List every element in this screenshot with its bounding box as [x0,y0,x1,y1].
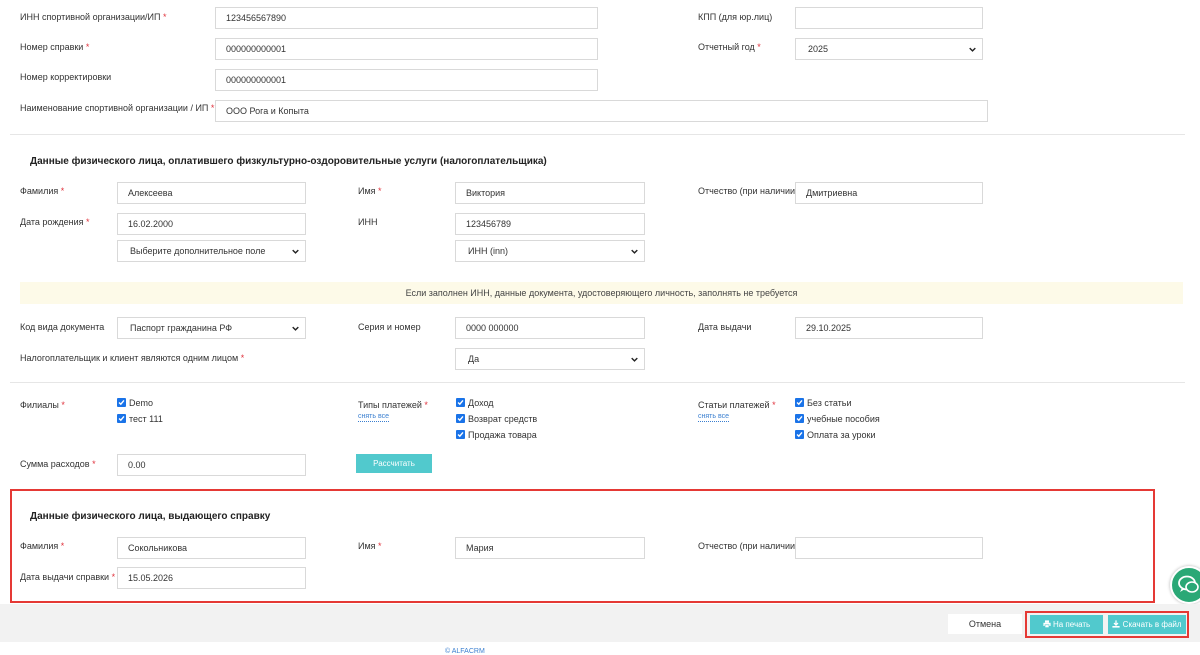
payment-item-checkbox[interactable]: учебные пособия [795,414,880,425]
issue-cert-date-input[interactable] [117,567,306,589]
payment-item-checkbox[interactable]: Без статьи [795,398,852,409]
dob-label: Дата рождения * [20,217,90,227]
year-label: Отчетный год * [698,42,761,52]
chevron-down-icon [631,249,638,254]
payment-item-checkbox[interactable]: Оплата за уроки [795,430,875,441]
payer-surname-label: Фамилия * [20,186,65,196]
check-icon [118,399,125,406]
printer-icon [1043,620,1051,628]
kpp-label: КПП (для юр.лиц) [698,12,773,22]
check-icon [457,399,464,406]
issuer-name-input[interactable] [455,537,645,559]
check-icon [118,415,125,422]
issuer-patronymic-input[interactable] [795,537,983,559]
download-icon [1112,620,1121,628]
payer-name-label: Имя * [358,186,382,196]
payment-types-clear-link[interactable]: снять все [358,412,389,422]
chevron-down-icon [292,249,299,254]
issuer-name-label: Имя * [358,541,382,551]
branch-checkbox-test[interactable]: тест 111 [117,414,163,425]
inn-notice: Если заполнен ИНН, данные документа, удо… [20,282,1183,304]
divider [10,134,1185,135]
payer-patronymic-input[interactable] [795,182,983,204]
branches-label: Филиалы * [20,400,65,410]
dob-input[interactable] [117,213,306,235]
download-button[interactable]: Скачать в файл [1108,615,1186,634]
sum-label: Сумма расходов * [20,459,96,469]
payer-inn-label: ИНН [358,217,378,227]
payer-inn-input[interactable] [455,213,645,235]
payment-type-checkbox[interactable]: Возврат средств [456,414,537,425]
issue-cert-date-label: Дата выдачи справки * [20,572,116,582]
org-name-label: Наименование спортивной организации / ИП… [20,103,215,113]
cert-number-input[interactable] [215,38,598,60]
org-inn-input[interactable] [215,7,598,29]
issue-date-input[interactable] [795,317,983,339]
extra-field-select[interactable]: Выберите дополнительное поле [117,240,306,262]
payer-patronymic-label: Отчество (при наличии) [698,186,799,196]
org-name-input[interactable] [215,100,988,122]
issue-date-label: Дата выдачи [698,322,752,332]
same-person-label: Налогоплательщик и клиент являются одним… [20,353,245,363]
check-icon [457,431,464,438]
print-button[interactable]: На печать [1030,615,1103,634]
issuer-surname-label: Фамилия * [20,541,65,551]
check-icon [796,431,803,438]
check-icon [457,415,464,422]
issuer-surname-input[interactable] [117,537,306,559]
payer-name-input[interactable] [455,182,645,204]
correction-input[interactable] [215,69,598,91]
issuer-patronymic-label: Отчество (при наличии) [698,541,799,551]
org-inn-label: ИНН спортивной организации/ИП * [20,12,167,22]
sum-input[interactable] [117,454,306,476]
branch-checkbox-demo[interactable]: Demo [117,398,153,409]
calculate-button[interactable]: Рассчитать [356,454,432,473]
issuer-heading: Данные физического лица, выдающего справ… [30,511,271,522]
series-input[interactable] [455,317,645,339]
chat-widget-button[interactable] [1170,566,1200,604]
payment-type-checkbox[interactable]: Продажа товара [456,430,537,441]
chat-icon [1178,575,1199,593]
payment-items-label: Статьи платежей * [698,400,776,410]
payment-types-label: Типы платежей * [358,400,428,410]
doc-code-select[interactable]: Паспорт гражданина РФ [117,317,306,339]
inn-type-select[interactable]: ИНН (inn) [455,240,645,262]
same-person-select[interactable]: Да [455,348,645,370]
payment-items-clear-link[interactable]: снять все [698,412,729,422]
doc-code-label: Код вида документа [20,322,105,332]
correction-label: Номер корректировки [20,72,112,82]
payer-surname-input[interactable] [117,182,306,204]
chevron-down-icon [292,326,299,331]
payer-heading: Данные физического лица, оплатившего физ… [30,156,547,167]
payment-type-checkbox[interactable]: Доход [456,398,494,409]
check-icon [796,415,803,422]
divider [10,382,1185,383]
series-label: Серия и номер [358,322,421,332]
cancel-button[interactable]: Отмена [948,614,1022,634]
cert-number-label: Номер справки * [20,42,90,52]
check-icon [796,399,803,406]
kpp-input[interactable] [795,7,983,29]
chevron-down-icon [969,47,976,52]
chevron-down-icon [631,357,638,362]
year-select[interactable]: 2025 [795,38,983,60]
